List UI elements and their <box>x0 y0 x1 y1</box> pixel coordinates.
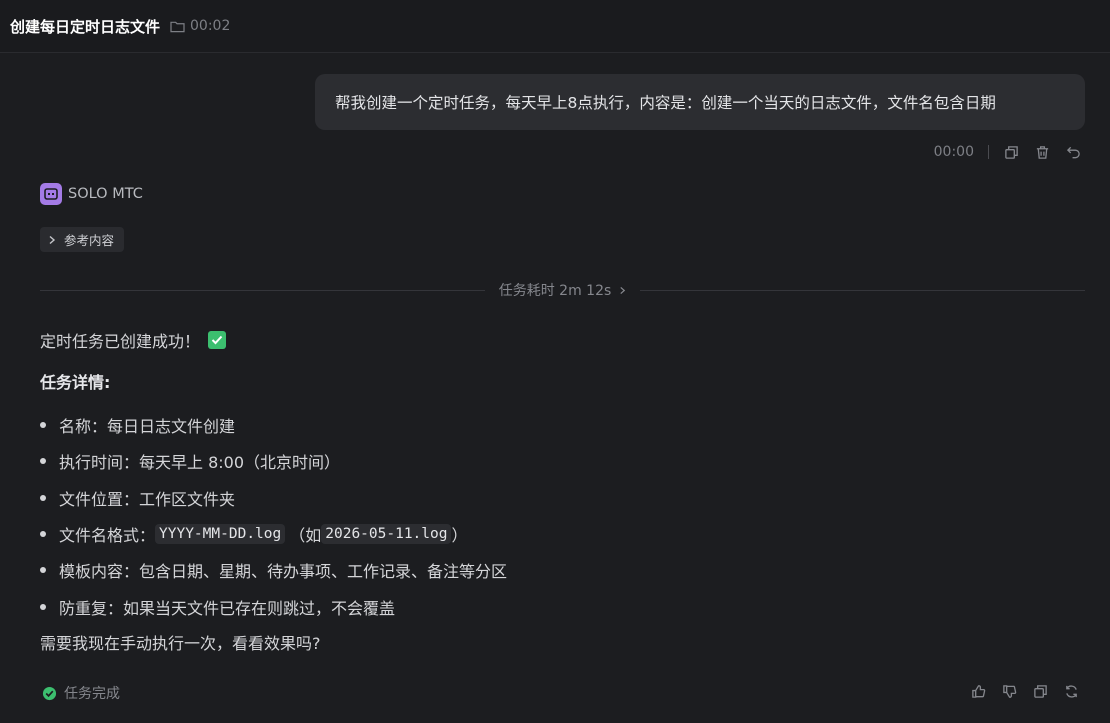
trash-icon <box>1036 145 1049 159</box>
list-item: 文件位置：工作区文件夹 <box>40 480 507 516</box>
thumbs-up-button[interactable] <box>970 683 987 700</box>
duration-divider: 任务耗时 2m 12s <box>40 280 1085 300</box>
copy-icon <box>1034 685 1047 698</box>
copy-message-button[interactable] <box>1003 144 1020 161</box>
user-message-bubble: 帮我创建一个定时任务，每天早上8点执行，内容是：创建一个当天的日志文件，文件名包… <box>315 74 1085 130</box>
task-status: 任务完成 <box>42 683 120 703</box>
elapsed-indicator: 00:02 <box>170 18 230 34</box>
details-heading: 任务详情: <box>40 373 111 392</box>
success-line: 定时任务已创建成功！ <box>40 328 227 352</box>
copy-response-button[interactable] <box>1032 683 1049 700</box>
reference-label: 参考内容 <box>64 233 115 248</box>
page-title: 创建每日定时日志文件 <box>10 17 161 36</box>
list-item: 模板内容：包含日期、星期、待办事项、工作记录、备注等分区 <box>40 552 507 588</box>
robot-icon <box>44 188 58 200</box>
duration-toggle[interactable]: 任务耗时 2m 12s <box>485 280 641 300</box>
agent-name: SOLO MTC <box>68 186 143 202</box>
thumbs-up-icon <box>972 685 986 698</box>
elapsed-time: 00:02 <box>190 18 231 34</box>
success-text: 定时任务已创建成功！ <box>40 332 201 351</box>
list-item: 防重复：如果当天文件已存在则跳过，不会覆盖 <box>40 588 507 624</box>
undo-icon <box>1066 146 1080 158</box>
thumbs-down-button[interactable] <box>1001 683 1018 700</box>
delete-message-button[interactable] <box>1034 144 1051 161</box>
refresh-icon <box>1066 685 1077 698</box>
follow-up-question: 需要我现在手动执行一次，看看效果吗? <box>40 634 321 653</box>
duration-label: 任务耗时 2m 12s <box>498 283 612 299</box>
agent-header: SOLO MTC <box>40 183 143 205</box>
check-circle-icon <box>42 686 57 700</box>
user-message-meta: 00:00 <box>934 142 1082 162</box>
chevron-right-icon <box>49 235 56 244</box>
reference-toggle[interactable]: 参考内容 <box>40 227 125 252</box>
agent-avatar <box>40 183 62 205</box>
folder-icon <box>170 21 185 32</box>
list-item: 名称：每日日志文件创建 <box>40 407 507 443</box>
check-mark-icon <box>208 331 227 349</box>
inline-code: 2026-05-11.log <box>321 524 452 545</box>
chevron-right-icon <box>620 286 626 294</box>
response-actions <box>970 683 1080 700</box>
meta-divider <box>988 145 989 159</box>
user-message-time: 00:00 <box>933 144 974 160</box>
details-list: 名称：每日日志文件创建 执行时间：每天早上 8:00（北京时间） 文件位置：工作… <box>40 407 507 625</box>
copy-icon <box>1005 145 1018 159</box>
list-item: 执行时间：每天早上 8:00（北京时间） <box>40 443 507 479</box>
regenerate-button[interactable] <box>1063 683 1080 700</box>
divider-line-left <box>40 289 485 291</box>
thumbs-down-icon <box>1003 685 1017 698</box>
list-item: 文件名格式： YYYY-MM-DD.log （如 2026-05-11.log … <box>40 516 507 552</box>
inline-code: YYYY-MM-DD.log <box>155 524 286 545</box>
task-status-label: 任务完成 <box>64 686 120 702</box>
divider-line-right <box>640 289 1085 291</box>
user-message-text: 帮我创建一个定时任务，每天早上8点执行，内容是：创建一个当天的日志文件，文件名包… <box>335 94 996 112</box>
undo-button[interactable] <box>1065 144 1082 161</box>
header-bar: 创建每日定时日志文件 00:02 <box>0 0 1110 53</box>
